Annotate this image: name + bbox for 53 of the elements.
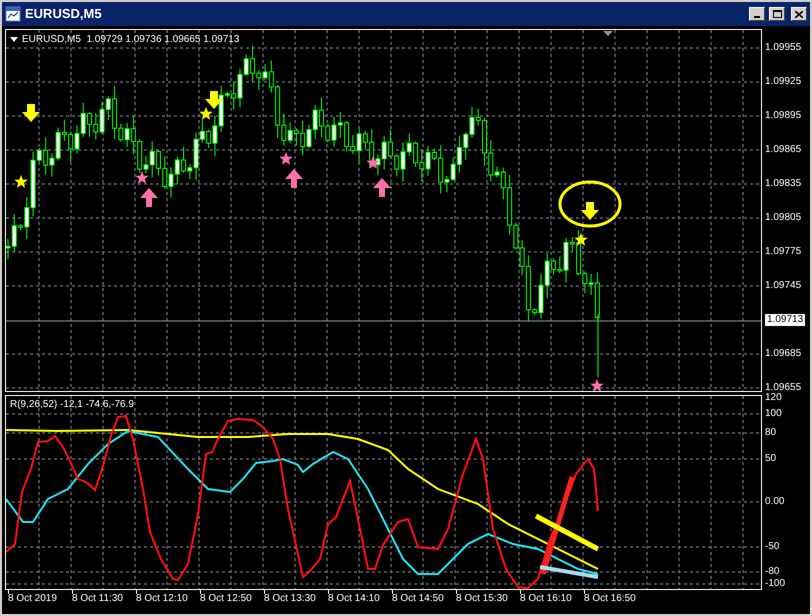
indicator-axis-label: 80 — [765, 427, 776, 439]
indicator-axis-label: 0.00 — [765, 496, 784, 508]
price-axis-label: 1.09955 — [765, 42, 802, 54]
down-arrow-icon — [581, 202, 599, 220]
price-axis-label: 1.09805 — [765, 212, 802, 224]
indicator-legend: R(9,26,52) -12,1 -74.6,-76.9 — [10, 397, 134, 412]
dropdown-triangle-icon[interactable] — [10, 37, 18, 42]
price-axis-label: 1.09655 — [765, 382, 802, 393]
time-axis-label: 8 Oct 12:10 — [136, 593, 188, 605]
up-arrow-icon — [285, 169, 303, 188]
close-x-icon — [795, 10, 803, 18]
down-arrow-icon — [22, 104, 40, 122]
price-axis-label: 1.09685 — [765, 348, 802, 360]
shift-marker-icon — [603, 31, 613, 36]
star-icon — [199, 107, 213, 120]
time-axis-label: 8 Oct 14:10 — [328, 593, 380, 605]
down-arrow-icon — [205, 91, 223, 109]
time-axis-label: 8 Oct 11:30 — [72, 593, 123, 605]
time-axis-label: 8 Oct 12:50 — [200, 593, 252, 605]
star-icon — [574, 233, 588, 246]
star-icon — [590, 379, 604, 391]
time-axis-label: 8 Oct 16:10 — [520, 593, 572, 605]
price-axis-label: 1.09895 — [765, 110, 802, 122]
price-axis-label: 1.09775 — [765, 246, 802, 258]
up-arrow-icon — [140, 188, 158, 207]
maximize-button[interactable] — [769, 7, 785, 21]
close-button[interactable] — [791, 7, 807, 21]
time-axis-label: 8 Oct 15:30 — [456, 593, 508, 605]
indicator-axis-label: -100 — [765, 578, 786, 590]
price-axis-label: 1.09745 — [765, 280, 802, 292]
star-icon — [14, 175, 28, 188]
price-axis-label: 1.09835 — [765, 178, 802, 190]
time-axis-label: 8 Oct 13:30 — [264, 593, 316, 605]
highlight-circle — [558, 180, 622, 228]
indicator-axis-label: -50 — [765, 541, 780, 553]
indicator-axis-label: 100 — [765, 408, 782, 420]
chart-window-icon — [5, 6, 21, 22]
time-axis-label: 8 Oct 16:50 — [584, 593, 636, 605]
time-axis-label: 8 Oct 14:50 — [392, 593, 444, 605]
price-axis-label: 1.09865 — [765, 144, 802, 156]
star-icon — [366, 156, 380, 169]
price-axis-label: 1.09925 — [765, 76, 802, 88]
indicator-axis-label: 50 — [765, 453, 776, 465]
indicator-axis-label: 120 — [765, 392, 782, 404]
star-icon — [279, 152, 293, 165]
chart-legend: EURUSD,M5 1.09729 1.09736 1.09665 1.09713 — [22, 32, 240, 47]
up-arrow-icon — [373, 178, 391, 197]
minimize-button[interactable] — [749, 7, 765, 21]
star-icon — [135, 171, 149, 184]
time-axis-label: 8 Oct 2019 — [8, 593, 57, 605]
indicator-axis-label: -80 — [765, 566, 780, 578]
current-price-label: 1.09713 — [765, 314, 806, 326]
window-title: EURUSD,M5 — [25, 5, 103, 24]
